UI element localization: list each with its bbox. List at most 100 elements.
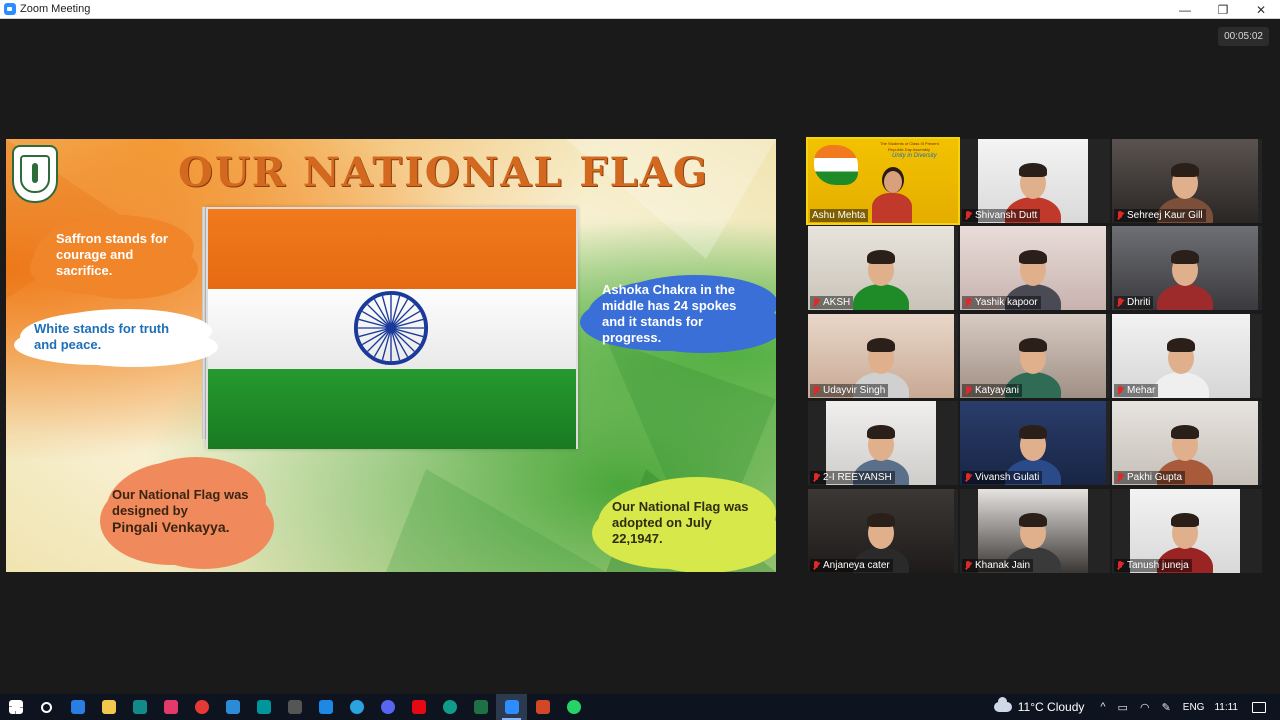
participant-tile[interactable]: Dhriti xyxy=(1112,226,1262,310)
participant-tile[interactable]: Khanak Jain xyxy=(960,489,1110,573)
windows-taskbar: 11°C Cloudy ^ ▭ ◠ ✎ ENG 11:11 xyxy=(0,694,1280,720)
muted-mic-icon xyxy=(1116,210,1124,221)
sway-icon[interactable] xyxy=(124,694,155,720)
record-icon[interactable] xyxy=(186,694,217,720)
window-title: Zoom Meeting xyxy=(20,3,91,15)
participant-hair xyxy=(1171,250,1199,264)
ashoka-chakra-icon xyxy=(353,290,429,366)
chevron-up-icon[interactable]: ^ xyxy=(1100,701,1105,713)
language-indicator[interactable]: ENG xyxy=(1183,702,1205,713)
participant-name-label: 2-I REEYANSH xyxy=(823,472,892,483)
wifi-icon[interactable]: ◠ xyxy=(1140,701,1150,714)
window-title-bar: Zoom Meeting — ❐ ✕ xyxy=(0,0,1280,19)
files-icon[interactable] xyxy=(93,694,124,720)
excel-glyph xyxy=(473,700,488,714)
participant-tile[interactable]: Anjaneya cater xyxy=(808,489,958,573)
files-glyph xyxy=(101,700,116,714)
whatsapp-icon[interactable] xyxy=(558,694,589,720)
white-info-text: White stands for truth and peace. xyxy=(34,321,170,352)
close-button[interactable]: ✕ xyxy=(1242,0,1280,19)
start-icon[interactable] xyxy=(0,694,31,720)
participant-name: Anjaneya cater xyxy=(810,559,893,572)
participant-tile[interactable]: Pakhi Gupta xyxy=(1112,401,1262,485)
participant-tile[interactable]: Sehreej Kaur Gill xyxy=(1112,139,1262,223)
participant-hair xyxy=(1019,425,1047,439)
mail-icon[interactable] xyxy=(62,694,93,720)
weather-widget[interactable]: 11°C Cloudy xyxy=(993,697,1085,714)
participant-name-label: Ashu Mehta xyxy=(812,210,866,221)
discord-icon[interactable] xyxy=(372,694,403,720)
window-controls: — ❐ ✕ xyxy=(1166,0,1280,19)
ashoka-info-text: Ashoka Chakra in the middle has 24 spoke… xyxy=(602,282,737,345)
participant-name: Udayvir Singh xyxy=(810,384,889,397)
notes-icon[interactable] xyxy=(310,694,341,720)
adopted-info-cloud: Our National Flag was adopted on July 22… xyxy=(598,481,768,565)
meeting-area: 00:05:02 OUR NATIONAL FLAG Saffron stand… xyxy=(0,19,1280,694)
restore-button[interactable]: ❐ xyxy=(1204,0,1242,19)
participant-tile[interactable]: Vivansh Gulati xyxy=(960,401,1110,485)
participant-hair xyxy=(1171,513,1199,527)
participant-name: Khanak Jain xyxy=(962,559,1034,572)
host-avatar xyxy=(870,167,914,223)
participant-tile[interactable]: Katyayani xyxy=(960,314,1110,398)
participant-name: Yashik kapoor xyxy=(962,296,1041,309)
powerpoint-glyph xyxy=(535,700,550,714)
participant-tile[interactable]: Yashik kapoor xyxy=(960,226,1110,310)
participant-tile[interactable]: 2-I REEYANSH xyxy=(808,401,958,485)
participant-name: Mehar xyxy=(1114,384,1159,397)
taskbar-clock[interactable]: 11:11 xyxy=(1214,702,1238,713)
participant-name: Pakhi Gupta xyxy=(1114,471,1186,484)
indian-flag-image xyxy=(206,207,578,449)
vscode-glyph xyxy=(225,700,240,714)
muted-mic-icon xyxy=(1116,560,1124,571)
adopted-info-text: Our National Flag was adopted on July 22… xyxy=(612,499,749,546)
saffron-info-cloud: Saffron stands for courage and sacrifice… xyxy=(34,219,184,291)
weather-text: 11°C Cloudy xyxy=(1017,700,1085,714)
sway-glyph xyxy=(132,700,147,714)
flag-green-band xyxy=(208,369,576,449)
shared-screen-slide: OUR NATIONAL FLAG Saffron stands for cou… xyxy=(6,139,776,572)
participant-name-label: Pakhi Gupta xyxy=(1127,472,1183,483)
participant-tile[interactable]: Udayvir Singh xyxy=(808,314,958,398)
telegram-icon[interactable] xyxy=(341,694,372,720)
taskbar-apps xyxy=(0,694,589,720)
participant-body xyxy=(853,284,909,310)
notification-icon[interactable] xyxy=(1252,701,1266,713)
participant-name-label: Katyayani xyxy=(975,385,1019,396)
record-glyph xyxy=(194,700,209,714)
arduino-icon[interactable] xyxy=(248,694,279,720)
participant-body xyxy=(1153,372,1209,398)
pen-icon[interactable]: ✎ xyxy=(1162,701,1171,714)
powerpoint-icon[interactable] xyxy=(527,694,558,720)
muted-mic-icon xyxy=(964,297,972,308)
designer-info-cloud: Our National Flag was designed by Pingal… xyxy=(106,461,258,561)
netflix-icon[interactable] xyxy=(403,694,434,720)
media-icon[interactable] xyxy=(155,694,186,720)
flag-white-band xyxy=(208,289,576,369)
terminal-icon[interactable] xyxy=(279,694,310,720)
participant-name-label: Mehar xyxy=(1127,385,1156,396)
zoom-glyph xyxy=(504,700,519,714)
participant-tile[interactable]: AKSH xyxy=(808,226,958,310)
muted-mic-icon xyxy=(812,560,820,571)
vscode-icon[interactable] xyxy=(217,694,248,720)
edge-icon[interactable] xyxy=(434,694,465,720)
ashoka-info-cloud: Ashoka Chakra in the middle has 24 spoke… xyxy=(588,279,766,349)
edge-glyph xyxy=(442,700,457,714)
participant-tile[interactable]: The Students of Class III Present Republi… xyxy=(806,137,960,225)
participant-tile[interactable]: Shivansh Dutt xyxy=(960,139,1110,223)
search-icon[interactable] xyxy=(31,694,62,720)
muted-mic-icon xyxy=(1116,472,1124,483)
participant-hair xyxy=(1019,338,1047,352)
participant-hair xyxy=(867,513,895,527)
minimize-button[interactable]: — xyxy=(1166,0,1204,19)
participant-name-label: Tanush juneja xyxy=(1127,560,1189,571)
battery-icon[interactable]: ▭ xyxy=(1118,701,1128,714)
participant-name: Katyayani xyxy=(962,384,1022,397)
participant-tile[interactable]: Tanush juneja xyxy=(1112,489,1262,573)
participant-hair xyxy=(1019,163,1047,177)
excel-icon[interactable] xyxy=(465,694,496,720)
participant-tile[interactable]: Mehar xyxy=(1112,314,1262,398)
participant-name: Vivansh Gulati xyxy=(962,471,1043,484)
zoom-icon[interactable] xyxy=(496,694,527,720)
